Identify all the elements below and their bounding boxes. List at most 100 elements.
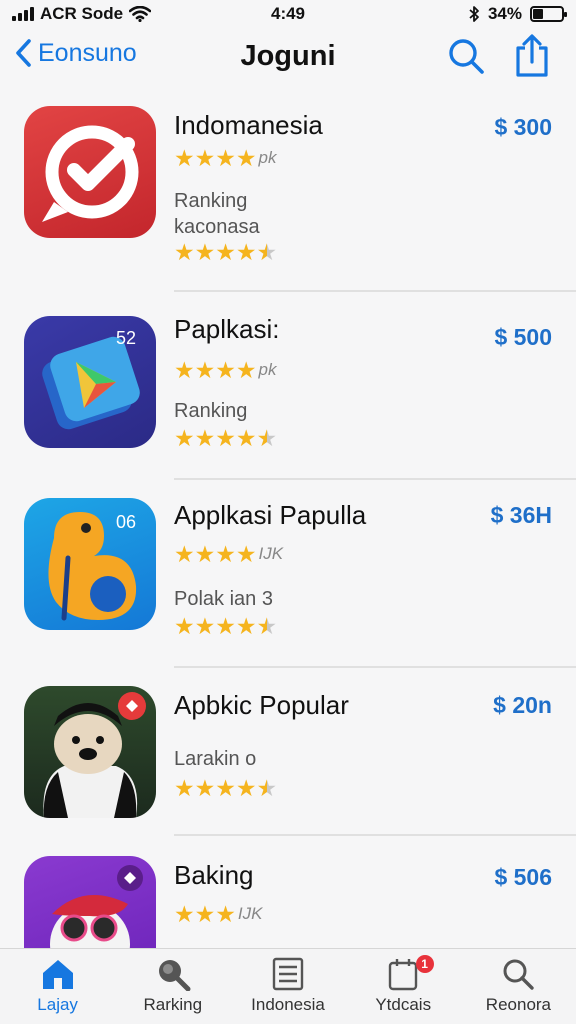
star-icon: ★ [194, 425, 216, 451]
star-icon: ★ [194, 541, 216, 567]
app-price-button[interactable]: $ 36H [491, 502, 552, 529]
status-bar: ACR Sode 4:49 34% [0, 0, 576, 26]
cartoon-character-icon[interactable] [24, 856, 156, 948]
star-icon: ★ [256, 425, 278, 451]
app-name: Applkasi Papulla [174, 500, 367, 530]
panda-character-icon[interactable] [24, 686, 156, 818]
list-item[interactable]: Indomanesia $ 300 ★ ★ ★ ★ pk Ranking kaconas… [0, 92, 576, 292]
star-icon: ★ [215, 145, 236, 171]
star-icon: ★ [174, 425, 195, 451]
star-icon: ★ [235, 425, 257, 451]
search-icon[interactable] [446, 36, 486, 76]
tab-bar: Lajay Rarking Indonesia 1 Ytdcais Reonor… [0, 948, 576, 1024]
star-icon: ★ [215, 775, 236, 801]
star-icon: ★ [194, 613, 216, 639]
ranking-label: Larakin o [174, 748, 257, 770]
star-icon: ★ [215, 239, 236, 265]
share-icon[interactable] [513, 34, 551, 78]
icon-badge-text: 52 [116, 328, 136, 348]
star-icon: ★ [194, 901, 216, 927]
star-rating: ★ ★ ★ ★ pk [174, 146, 276, 170]
ranking-label: Polak ian 3 [174, 588, 273, 610]
battery-fill [533, 9, 543, 19]
star-icon: ★ [174, 357, 195, 383]
star-icon: ★ [174, 613, 195, 639]
app-name: Indomanesia [174, 110, 323, 140]
star-icon: ★ [235, 239, 257, 265]
page-title: Joguni [240, 40, 336, 72]
star-icon: ★ [174, 239, 195, 265]
star-icon: ★ [235, 775, 257, 801]
star-icon: ★ [235, 357, 257, 383]
star-icon: ★ [174, 901, 195, 927]
orange-creature-icon[interactable]: 06 [24, 498, 156, 630]
battery-percent: 34% [487, 4, 522, 23]
star-icon: ★ [215, 613, 236, 639]
star-icon: ★ [215, 357, 236, 383]
tab-label: Lajay [37, 995, 78, 1014]
star-icon: ★ [194, 145, 216, 171]
star-icon: ★ [235, 145, 257, 171]
play-store-icon[interactable]: 52 [24, 316, 156, 448]
star-icon: ★ [174, 541, 195, 567]
check-badge-icon[interactable] [24, 106, 156, 238]
app-price-button[interactable]: $ 506 [494, 864, 552, 891]
app-name: Paplkasi: [174, 314, 280, 344]
secondary-star-rating: ★ ★ ★ ★ ★ [174, 614, 277, 638]
star-rating: ★ ★ ★ ★ IJK [174, 542, 283, 566]
app-list: Indomanesia $ 300 ★ ★ ★ ★ pk Ranking kaconas… [0, 92, 576, 948]
secondary-star-rating: ★ ★ ★ ★ ★ [174, 426, 277, 450]
star-icon: ★ [256, 239, 278, 265]
tab-updates[interactable]: 1 Ytdcais [346, 949, 461, 1024]
star-icon: ★ [174, 145, 195, 171]
tab-label: Ytdcais [375, 995, 432, 1014]
app-name: Apbkic Popular [174, 690, 349, 720]
app-price-button[interactable]: $ 20n [493, 692, 552, 719]
tab-indonesia[interactable]: Indonesia [230, 949, 345, 1024]
search-icon [503, 959, 535, 990]
battery-icon [530, 6, 567, 22]
notification-badge: 1 [415, 955, 434, 973]
star-icon: ★ [235, 613, 257, 639]
star-icon: ★ [256, 613, 278, 639]
list-item[interactable]: 52 Paplkasi: $ 500 ★ ★ ★ ★ pk Ranking ★ ★ ★ ★ ★ [0, 292, 576, 480]
tab-label: Reonora [485, 995, 552, 1014]
star-icon: ★ [174, 775, 195, 801]
list-icon [272, 957, 304, 991]
star-icon: ★ [256, 775, 278, 801]
star-icon: ★ [215, 541, 236, 567]
app-name: Baking [174, 860, 254, 890]
rating-suffix: pk [258, 148, 277, 167]
star-icon: ★ [194, 239, 216, 265]
tab-search[interactable]: Reonora [461, 949, 576, 1024]
home-icon [42, 960, 73, 989]
secondary-star-rating: ★ ★ ★ ★ ★ [174, 240, 277, 264]
star-rating: ★ ★ ★ ★ ★ [174, 776, 277, 800]
star-icon: ★ [215, 901, 236, 927]
status-right: 34% [468, 4, 567, 24]
tab-ranking[interactable]: Rarking [115, 949, 230, 1024]
list-item[interactable]: 06 Applkasi Papulla $ 36H ★ ★ ★ ★ IJK Polak … [0, 480, 576, 668]
tab-home[interactable]: Lajay [0, 949, 115, 1024]
ranking-label: Ranking kaconasa [174, 190, 260, 238]
tab-label: Rarking [143, 995, 203, 1014]
star-rating: ★ ★ ★ ★ pk [174, 358, 276, 382]
star-icon: ★ [194, 775, 216, 801]
bluetooth-icon [469, 6, 479, 22]
magnifier-icon [158, 960, 191, 991]
star-icon: ★ [215, 425, 236, 451]
star-icon: ★ [194, 357, 216, 383]
app-price-button[interactable]: $ 300 [494, 114, 552, 141]
tab-label: Indonesia [251, 995, 325, 1014]
app-price-button[interactable]: $ 500 [494, 324, 552, 351]
icon-badge-text: 06 [116, 512, 136, 532]
rating-suffix: IJK [258, 544, 284, 563]
star-icon: ★ [235, 541, 257, 567]
list-item[interactable]: Baking $ 506 ★ ★ ★ IJK [0, 836, 576, 948]
ranking-label: Ranking [174, 400, 248, 422]
star-rating: ★ ★ ★ IJK [174, 902, 262, 926]
navigation-bar: Eonsuno Joguni [0, 28, 576, 88]
list-item[interactable]: Apbkic Popular $ 20n Larakin o ★ ★ ★ ★ ★ [0, 668, 576, 836]
rating-suffix: pk [258, 360, 277, 379]
rating-suffix: IJK [237, 904, 263, 923]
